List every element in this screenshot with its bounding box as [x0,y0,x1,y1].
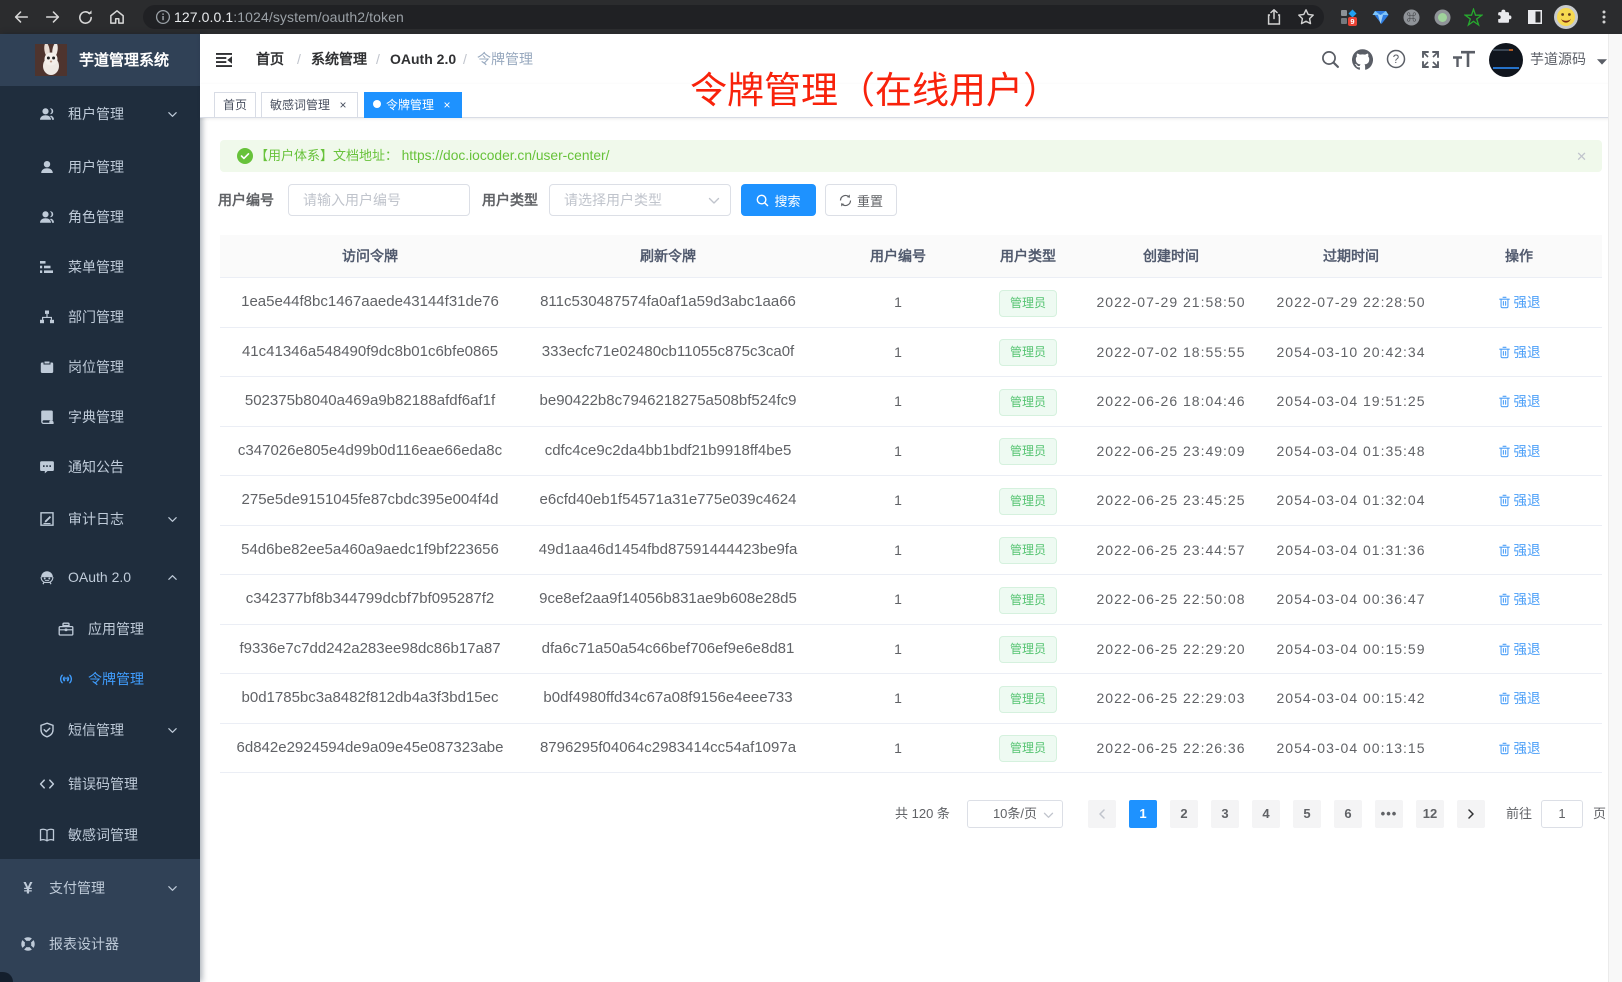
svg-text:9: 9 [1350,17,1354,26]
svg-text:?: ? [1393,54,1399,66]
svg-text:¥: ¥ [23,880,33,896]
svg-text:⌘: ⌘ [1406,12,1416,24]
